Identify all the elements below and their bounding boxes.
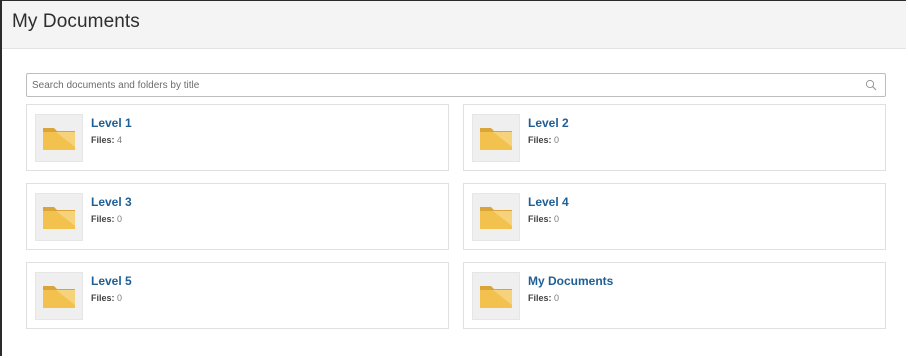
folder-icon [43,128,75,150]
search-icon[interactable] [865,79,877,91]
folder-card[interactable]: Level 2 Files: 0 [463,104,886,171]
folder-name[interactable]: Level 1 [91,116,132,130]
folder-card[interactable]: Level 3 Files: 0 [26,183,449,250]
files-count: 4 [117,135,123,145]
page-title: My Documents [12,10,140,32]
files-label: Files: [528,135,552,145]
folder-thumbnail [472,193,520,241]
files-label: Files: [91,293,115,303]
files-label: Files: [528,293,552,303]
folder-card[interactable]: Level 4 Files: 0 [463,183,886,250]
folder-icon [480,207,512,229]
files-count: 0 [554,135,560,145]
folder-thumbnail [35,272,83,320]
files-count: 0 [554,293,560,303]
folder-icon [480,128,512,150]
folder-file-count: Files: 4 [91,135,122,145]
folder-name[interactable]: Level 5 [91,274,132,288]
folder-card[interactable]: My Documents Files: 0 [463,262,886,329]
folder-file-count: Files: 0 [91,293,122,303]
folder-grid: Level 1 Files: 4 Level 2 Files: 0 Level … [26,104,886,329]
search-box [26,73,886,97]
files-count: 0 [117,214,123,224]
documents-panel: Level 1 Files: 4 Level 2 Files: 0 [2,49,906,329]
folder-name[interactable]: Level 3 [91,195,132,209]
files-label: Files: [91,214,115,224]
files-count: 0 [117,293,123,303]
page-header: My Documents [2,1,906,49]
folder-name[interactable]: My Documents [528,274,613,288]
window: My Documents Level 1 Files: 4 [0,0,906,356]
search-input[interactable] [27,74,857,96]
folder-thumbnail [35,193,83,241]
folder-file-count: Files: 0 [528,214,559,224]
folder-name[interactable]: Level 4 [528,195,569,209]
folder-file-count: Files: 0 [528,293,559,303]
folder-file-count: Files: 0 [528,135,559,145]
folder-file-count: Files: 0 [91,214,122,224]
folder-card[interactable]: Level 5 Files: 0 [26,262,449,329]
files-label: Files: [91,135,115,145]
files-label: Files: [528,214,552,224]
folder-thumbnail [472,272,520,320]
folder-name[interactable]: Level 2 [528,116,569,130]
folder-card[interactable]: Level 1 Files: 4 [26,104,449,171]
folder-icon [43,207,75,229]
files-count: 0 [554,214,560,224]
folder-thumbnail [472,114,520,162]
folder-thumbnail [35,114,83,162]
folder-icon [43,286,75,308]
folder-icon [480,286,512,308]
